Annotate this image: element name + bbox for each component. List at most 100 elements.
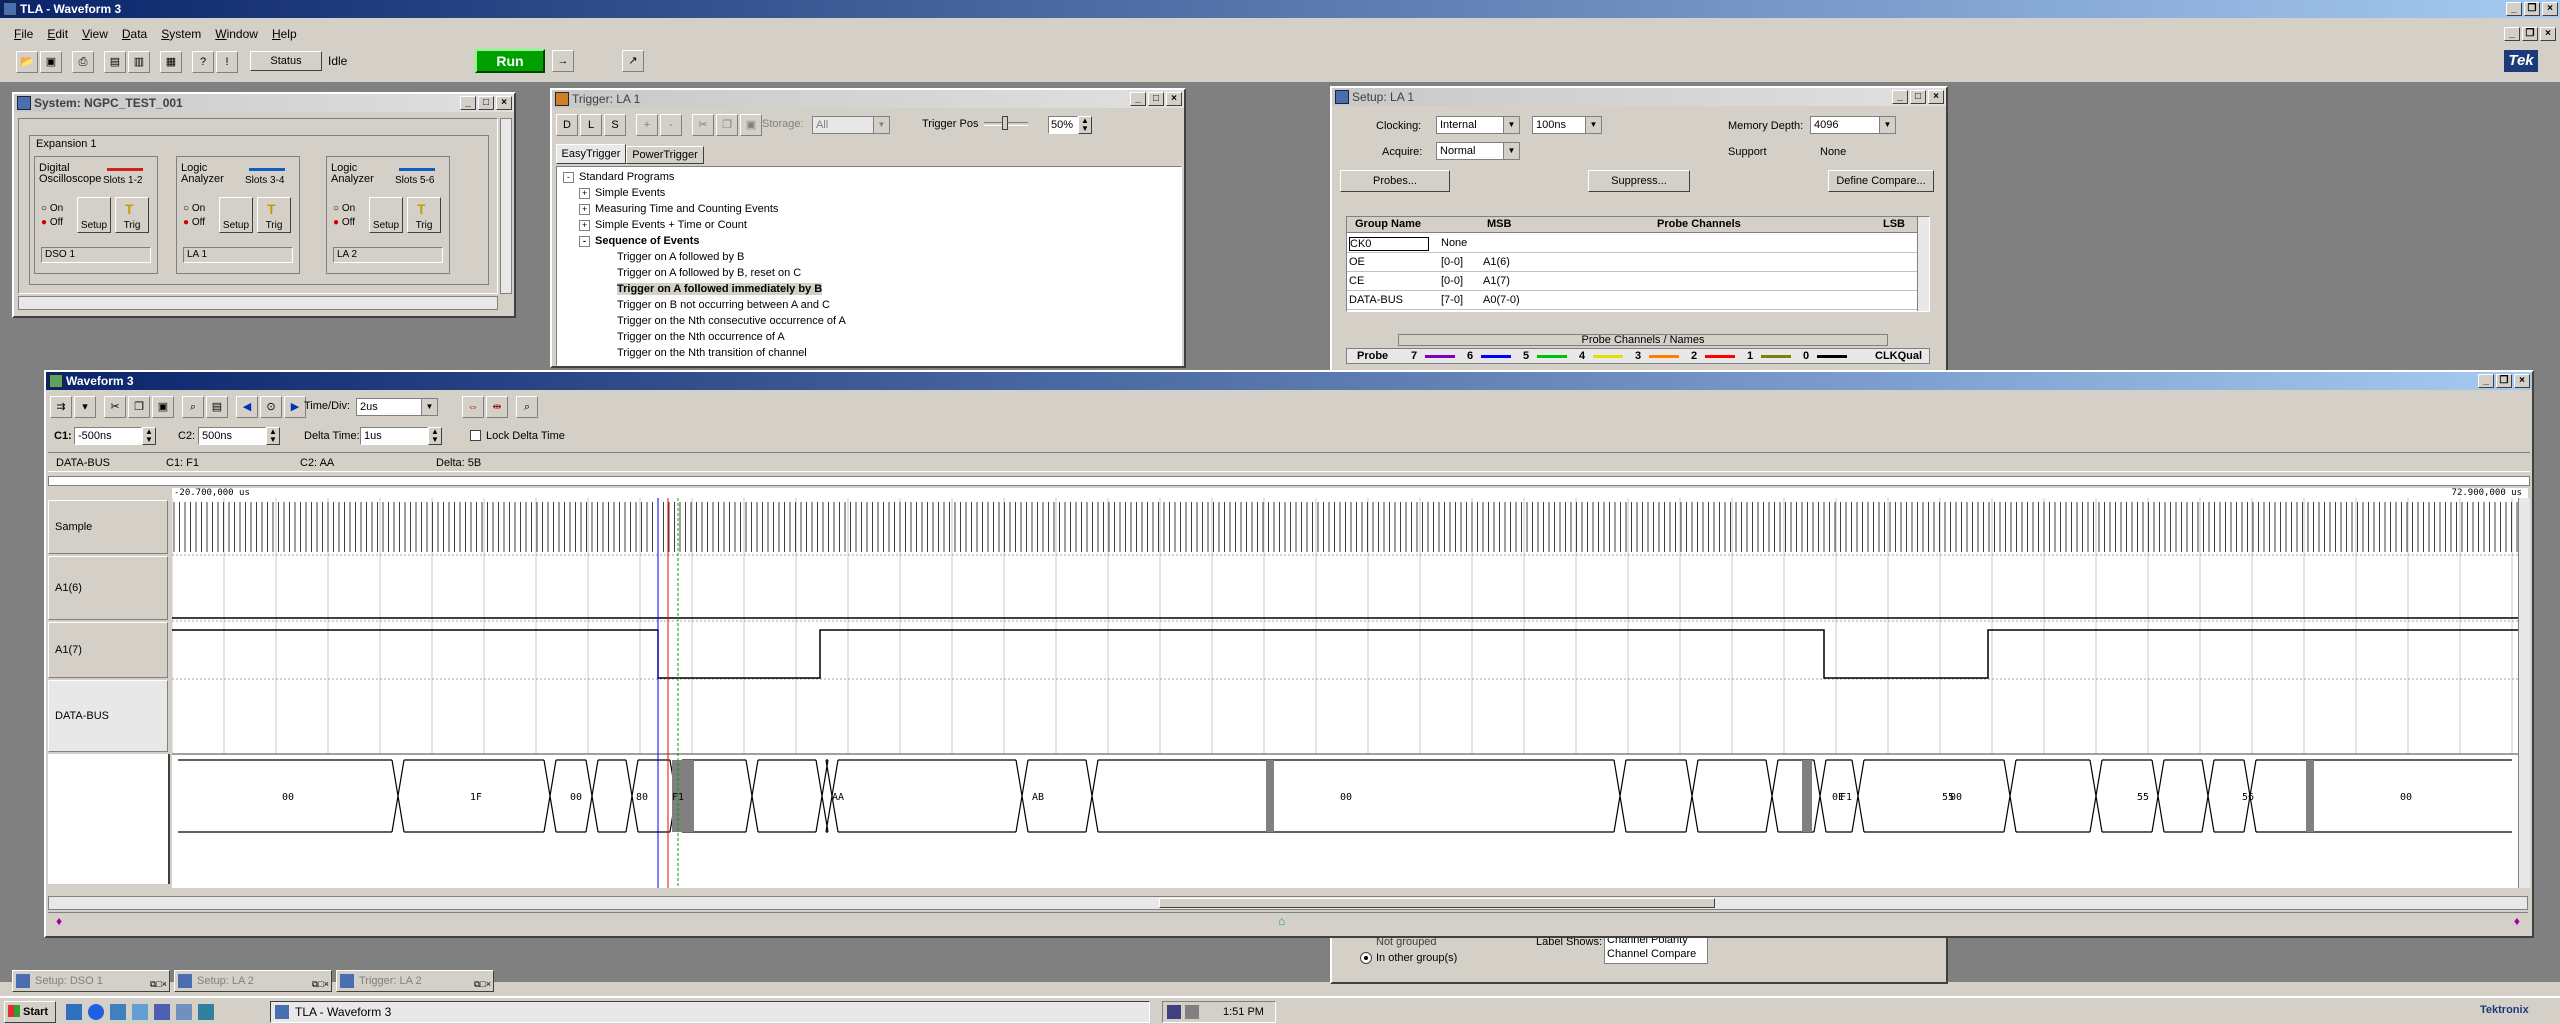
in-other-groups-radio[interactable]: [1360, 952, 1372, 964]
search-back-icon[interactable]: ◀: [236, 396, 258, 418]
table-row[interactable]: CK0 None: [1347, 235, 1917, 253]
c2-spinner[interactable]: ▲ ▼: [266, 427, 280, 445]
window-buttons-icon[interactable]: ⧉□×: [312, 974, 329, 991]
menu-edit[interactable]: Edit: [47, 27, 68, 45]
minimize-icon[interactable]: _: [1130, 92, 1146, 106]
power-on-radio[interactable]: ○ On: [183, 203, 205, 214]
app-launch-icon[interactable]: [132, 1004, 148, 1020]
magnify-icon[interactable]: ⌕: [516, 396, 538, 418]
probe-channel-number[interactable]: 1: [1747, 350, 1753, 362]
save-icon[interactable]: ▣: [40, 51, 62, 73]
probe-channel-number[interactable]: 2: [1691, 350, 1697, 362]
maximize-icon[interactable]: □: [478, 96, 494, 110]
add-data-icon[interactable]: ⇉: [50, 396, 72, 418]
power-on-radio[interactable]: ○ On: [41, 203, 63, 214]
menu-window[interactable]: Window: [215, 27, 258, 45]
power-on-radio[interactable]: ○ On: [333, 203, 355, 214]
close-icon[interactable]: ×: [2514, 374, 2530, 388]
clock-rate-select[interactable]: 100ns ▼: [1532, 116, 1602, 134]
maximize-icon[interactable]: □: [1910, 90, 1926, 104]
tree-group[interactable]: + Simple Events + Time or Count: [579, 219, 747, 231]
trigger-l-icon[interactable]: L: [580, 114, 602, 136]
print-icon[interactable]: ⎙: [72, 51, 94, 73]
app-launch-icon[interactable]: [176, 1004, 192, 1020]
clocking-select[interactable]: Internal ▼: [1436, 116, 1520, 134]
tree-item-program[interactable]: Trigger on the Nth consecutive occurrenc…: [617, 315, 846, 327]
close-icon[interactable]: ×: [1166, 92, 1182, 106]
list-item[interactable]: Channel Compare: [1607, 947, 1707, 961]
minimized-window[interactable]: Setup: LA 2 ⧉□×: [174, 970, 332, 992]
whats-this-icon[interactable]: ?: [192, 51, 214, 73]
mdi-minimize-icon[interactable]: _: [2504, 27, 2520, 41]
cut-icon[interactable]: ✂: [692, 114, 714, 136]
trigger-pos-input[interactable]: 50%: [1048, 116, 1078, 134]
open-icon[interactable]: 📂: [16, 51, 38, 73]
menu-help[interactable]: Help: [272, 27, 297, 45]
lock-delta-checkbox[interactable]: [470, 430, 481, 441]
run-continuous-icon[interactable]: →: [552, 50, 574, 72]
table-row[interactable]: OE [0-0] A1(6): [1347, 254, 1917, 272]
end-marker-icon[interactable]: ♦: [2514, 914, 2520, 928]
waveform-hscrollbar[interactable]: [48, 896, 2528, 910]
status-button[interactable]: Status: [250, 51, 322, 71]
suppress-button[interactable]: Suppress...: [1588, 170, 1690, 192]
storage-select[interactable]: All ▼: [812, 116, 890, 134]
delta-time-input[interactable]: 1us: [360, 427, 428, 445]
probe-channel-number[interactable]: 6: [1467, 350, 1473, 362]
tab-powertrigger[interactable]: PowerTrigger: [626, 146, 704, 164]
restore-icon[interactable]: ❐: [2524, 2, 2540, 16]
menu-data[interactable]: Data: [122, 27, 147, 45]
search-forward-icon[interactable]: ▶: [284, 396, 306, 418]
trigger-s-icon[interactable]: S: [604, 114, 626, 136]
binoculars-icon[interactable]: ⊙: [260, 396, 282, 418]
desktop-icon[interactable]: [66, 1004, 82, 1020]
power-off-radio[interactable]: ● Off: [41, 217, 63, 228]
close-icon[interactable]: ×: [1928, 90, 1944, 104]
power-off-radio[interactable]: ● Off: [333, 217, 355, 228]
mark-icon[interactable]: ▤: [206, 396, 228, 418]
time-div-select[interactable]: 2us ▼: [356, 398, 438, 416]
waveform-display[interactable]: 00 1F 00 80 F1 AA AB 00 0E 00F1 55 55 56 00: [172, 498, 2518, 888]
tree-root[interactable]: - Standard Programs: [563, 171, 674, 183]
c1-spinner[interactable]: ▲ ▼: [142, 427, 156, 445]
properties-icon[interactable]: ▾: [74, 396, 96, 418]
tree-group-open[interactable]: - Sequence of Events: [579, 235, 700, 247]
minimized-window[interactable]: Setup: DSO 1 ⧉□×: [12, 970, 170, 992]
tree-item-program[interactable]: Trigger on B not occurring between A and…: [617, 299, 830, 311]
task-button-tla[interactable]: TLA - Waveform 3: [270, 1001, 1150, 1023]
system-window-icon[interactable]: ▤: [104, 51, 126, 73]
module-card[interactable]: Digital Oscilloscope Slots 1-2 ○ On ● Of…: [34, 156, 158, 274]
group-name-cell[interactable]: DATA-BUS: [1349, 294, 1403, 306]
probes-button[interactable]: Probes...: [1340, 170, 1450, 192]
table-row[interactable]: DATA-BUS [7-0] A0(7-0): [1347, 292, 1917, 310]
close-icon[interactable]: ×: [496, 96, 512, 110]
memory-depth-select[interactable]: 4096 ▼: [1810, 116, 1896, 134]
window-buttons-icon[interactable]: ⧉□×: [474, 974, 491, 991]
add-state-icon[interactable]: +: [636, 114, 658, 136]
module-setup-button[interactable]: Setup: [77, 197, 111, 233]
table-row[interactable]: CE [0-0] A1(7): [1347, 273, 1917, 291]
minimize-icon[interactable]: _: [1892, 90, 1908, 104]
search-icon[interactable]: ⌕: [182, 396, 204, 418]
power-off-radio[interactable]: ● Off: [183, 217, 205, 228]
app-launch-icon[interactable]: [154, 1004, 170, 1020]
copy-icon[interactable]: ❐: [716, 114, 738, 136]
tree-item-program[interactable]: Trigger on A followed by B, reset on C: [617, 267, 801, 279]
channel-label-a1-6[interactable]: A1(6): [48, 556, 168, 620]
c1-input[interactable]: -500ns: [74, 427, 142, 445]
app-launch-icon[interactable]: [198, 1004, 214, 1020]
maximize-icon[interactable]: □: [1148, 92, 1164, 106]
system-vscrollbar[interactable]: [500, 118, 512, 294]
paste-icon[interactable]: ▣: [152, 396, 174, 418]
module-card[interactable]: Logic Analyzer Slots 5-6 ○ On ● Off Setu…: [326, 156, 450, 274]
trigger-window-icon[interactable]: ▦: [160, 51, 182, 73]
window-buttons-icon[interactable]: ⧉□×: [150, 974, 167, 991]
copy-icon[interactable]: ❐: [128, 396, 150, 418]
mdi-restore-icon[interactable]: ❐: [2522, 27, 2538, 41]
system-hscrollbar[interactable]: [18, 296, 498, 310]
trigger-marker-icon[interactable]: ⌂: [1278, 914, 1285, 928]
delete-state-icon[interactable]: -: [660, 114, 682, 136]
start-button[interactable]: Start: [4, 1001, 56, 1023]
channel-label-a1-7[interactable]: A1(7): [48, 622, 168, 678]
trigger-pos-thumb[interactable]: [1002, 116, 1008, 130]
